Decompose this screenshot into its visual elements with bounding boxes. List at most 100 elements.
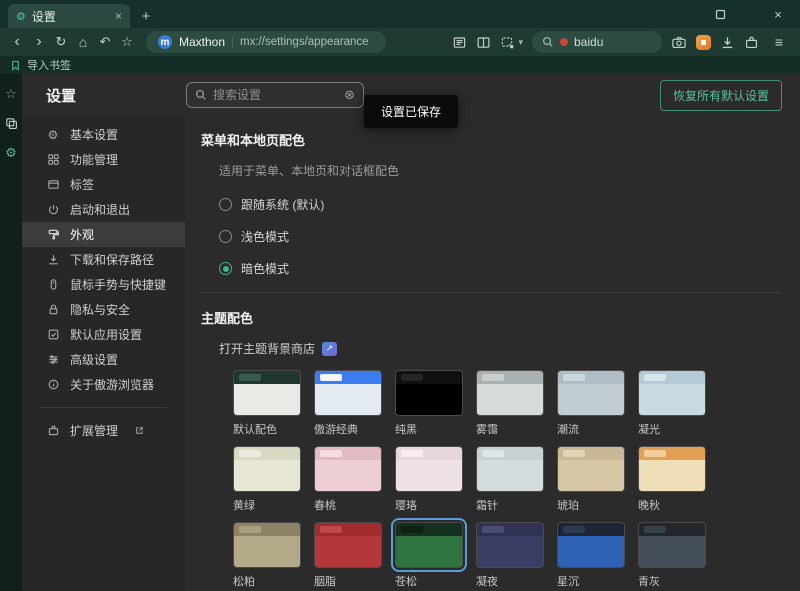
back-button[interactable]: ‹ xyxy=(6,31,28,53)
theme-tile[interactable]: 黄绿 xyxy=(233,446,301,513)
nav-label: 高级设置 xyxy=(70,351,118,368)
favorite-star-button[interactable]: ☆ xyxy=(116,31,138,53)
settings-nav-item[interactable]: 默认应用设置 xyxy=(22,322,185,347)
theme-thumb-tab xyxy=(401,526,423,533)
settings-nav-item[interactable]: 高级设置 xyxy=(22,347,185,372)
nav-label: 外观 xyxy=(70,226,94,243)
theme-tile[interactable]: 雾霭 xyxy=(476,370,544,437)
promo-icon[interactable] xyxy=(696,35,711,50)
theme-thumbnail xyxy=(395,446,463,492)
edge-sidebar: ☆ ⚙ xyxy=(0,74,22,591)
theme-tile[interactable]: 晚秋 xyxy=(638,446,706,513)
import-bookmarks-link[interactable]: 导入书签 xyxy=(27,57,71,73)
theme-thumb-tab xyxy=(563,526,585,533)
section-subtitle: 适用于菜单、本地页和对话框配色 xyxy=(219,162,780,179)
theme-thumb-body xyxy=(639,384,705,415)
theme-store-link[interactable]: 打开主题背景商店 xyxy=(219,340,315,357)
appearance-brush-icon xyxy=(46,228,60,241)
edge-settings-gear-icon[interactable]: ⚙ xyxy=(5,145,17,161)
edge-favorites-star-icon[interactable]: ☆ xyxy=(5,86,17,102)
settings-nav-item[interactable]: 隐私与安全 xyxy=(22,297,185,322)
theme-thumbnail xyxy=(395,370,463,416)
quick-search-box[interactable]: baidu xyxy=(532,31,662,53)
settings-nav-item[interactable]: ⚙ 基本设置 xyxy=(22,122,185,147)
forward-button[interactable]: › xyxy=(28,31,50,53)
theme-tile[interactable]: 琥珀 xyxy=(557,446,625,513)
settings-search-box[interactable]: ⊗ xyxy=(186,82,364,108)
theme-thumb-tab xyxy=(482,450,504,457)
theme-thumb-tab xyxy=(320,526,342,533)
settings-nav-item-appearance[interactable]: 外观 xyxy=(22,222,185,247)
settings-nav-item[interactable]: 下载和保存路径 xyxy=(22,247,185,272)
settings-nav-item[interactable]: 启动和退出 xyxy=(22,197,185,222)
nav-label: 下载和保存路径 xyxy=(70,251,154,268)
radio-option[interactable]: 浅色模式 xyxy=(219,228,780,245)
settings-nav-item[interactable]: 功能管理 xyxy=(22,147,185,172)
theme-thumbnail xyxy=(638,446,706,492)
theme-name: 潮流 xyxy=(557,421,625,437)
theme-thumbnail xyxy=(233,370,301,416)
theme-tile[interactable]: 青灰 xyxy=(638,522,706,589)
theme-tile[interactable]: 凝夜 xyxy=(476,522,544,589)
url-text: mx://settings/appearance xyxy=(240,36,369,48)
theme-tile[interactable]: 胭脂 xyxy=(314,522,382,589)
theme-name: 春桃 xyxy=(314,497,382,513)
nav-label: 默认应用设置 xyxy=(70,326,142,343)
settings-nav-item[interactable]: 鼠标手势与快捷键 xyxy=(22,272,185,297)
edge-panels-icon[interactable] xyxy=(5,117,18,130)
settings-body: ⚙ 基本设置 功能管理 标签 xyxy=(22,116,800,591)
titlebar: ⚙ 设置 × + × xyxy=(0,0,800,28)
refresh-button[interactable]: ↻ xyxy=(50,31,72,53)
theme-thumb-tab xyxy=(644,450,666,457)
theme-tile[interactable]: 苍松 xyxy=(395,522,463,589)
theme-name: 青灰 xyxy=(638,573,706,589)
theme-tile[interactable]: 凝光 xyxy=(638,370,706,437)
restore-defaults-button[interactable]: 恢复所有默认设置 xyxy=(660,80,782,111)
reader-mode-icon[interactable] xyxy=(452,35,467,50)
undo-closed-tab-button[interactable]: ↶ xyxy=(94,31,116,53)
modules-grid-icon xyxy=(46,153,60,166)
menu-icon[interactable]: ≡ xyxy=(768,31,790,53)
search-icon xyxy=(195,89,207,101)
settings-nav-item-extensions[interactable]: 扩展管理 xyxy=(22,418,185,443)
theme-store-icon[interactable]: ↗ xyxy=(322,342,337,356)
window-close-icon[interactable]: × xyxy=(770,6,786,22)
new-tab-button[interactable]: + xyxy=(134,4,158,28)
download-icon[interactable] xyxy=(720,35,735,50)
theme-thumbnail xyxy=(557,522,625,568)
theme-tile[interactable]: 纯黑 xyxy=(395,370,463,437)
theme-name: 纯黑 xyxy=(395,421,463,437)
settings-nav-item[interactable]: 关于傲游浏览器 xyxy=(22,372,185,397)
split-screen-icon[interactable] xyxy=(476,35,491,50)
extensions-icon[interactable] xyxy=(744,35,759,50)
theme-tile[interactable]: 傲游经典 xyxy=(314,370,382,437)
tab-icon xyxy=(46,178,60,191)
theme-tile[interactable]: 璎珞 xyxy=(395,446,463,513)
screenshot-camera-icon[interactable] xyxy=(671,35,687,50)
settings-content: 菜单和本地页配色 适用于菜单、本地页和对话框配色 跟随系统 (默认) 浅色模式 … xyxy=(185,116,800,591)
radio-option[interactable]: 跟随系统 (默认) xyxy=(219,196,780,213)
theme-tile[interactable]: 星沉 xyxy=(557,522,625,589)
theme-thumb-tab xyxy=(482,374,504,381)
theme-thumb-body xyxy=(558,384,624,415)
theme-tile[interactable]: 春桃 xyxy=(314,446,382,513)
theme-tile[interactable]: 潮流 xyxy=(557,370,625,437)
theme-tile[interactable]: 霜针 xyxy=(476,446,544,513)
snapshot-caret-icon[interactable]: ▾ xyxy=(518,37,523,48)
theme-thumb-tab xyxy=(401,450,423,457)
radio-option[interactable]: 暗色模式 xyxy=(219,260,780,277)
home-button[interactable]: ⌂ xyxy=(72,31,94,53)
maxthon-logo-icon: m xyxy=(158,35,172,49)
theme-tile[interactable]: 松粕 xyxy=(233,522,301,589)
clear-search-icon[interactable]: ⊗ xyxy=(344,87,355,103)
theme-thumb-tab xyxy=(239,526,261,533)
snapshot-icon[interactable] xyxy=(500,35,515,50)
browser-tab-settings[interactable]: ⚙ 设置 × xyxy=(8,4,130,28)
theme-tile[interactable]: 默认配色 xyxy=(233,370,301,437)
tab-close-icon[interactable]: × xyxy=(115,9,122,23)
settings-search-input[interactable] xyxy=(213,88,338,102)
theme-thumbnail xyxy=(476,522,544,568)
settings-nav-item[interactable]: 标签 xyxy=(22,172,185,197)
address-bar[interactable]: m Maxthon mx://settings/appearance xyxy=(146,31,386,53)
window-restore-icon[interactable] xyxy=(712,6,728,22)
